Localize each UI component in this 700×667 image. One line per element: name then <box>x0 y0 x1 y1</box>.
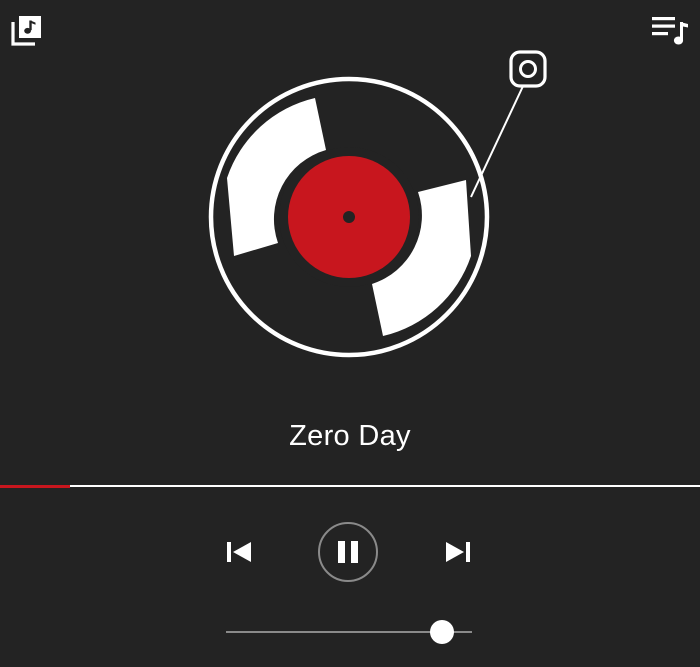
pause-button[interactable] <box>317 521 379 583</box>
previous-track-button[interactable] <box>222 536 256 568</box>
turntable-artwork <box>208 50 547 358</box>
pause-icon <box>318 522 378 582</box>
skip-next-icon <box>446 542 470 562</box>
progress-bar[interactable] <box>0 485 700 488</box>
track-title: Zero Day <box>289 420 411 452</box>
music-player: Zero Day <box>0 0 700 667</box>
volume-thumb[interactable] <box>430 620 455 644</box>
progress-bar-elapsed <box>0 485 70 488</box>
volume-slider[interactable] <box>226 617 474 647</box>
next-track-button[interactable] <box>441 536 475 568</box>
playback-controls <box>0 520 700 584</box>
vinyl-record-icon <box>208 76 490 358</box>
tonearm-icon <box>470 50 547 198</box>
skip-previous-icon <box>227 542 251 562</box>
